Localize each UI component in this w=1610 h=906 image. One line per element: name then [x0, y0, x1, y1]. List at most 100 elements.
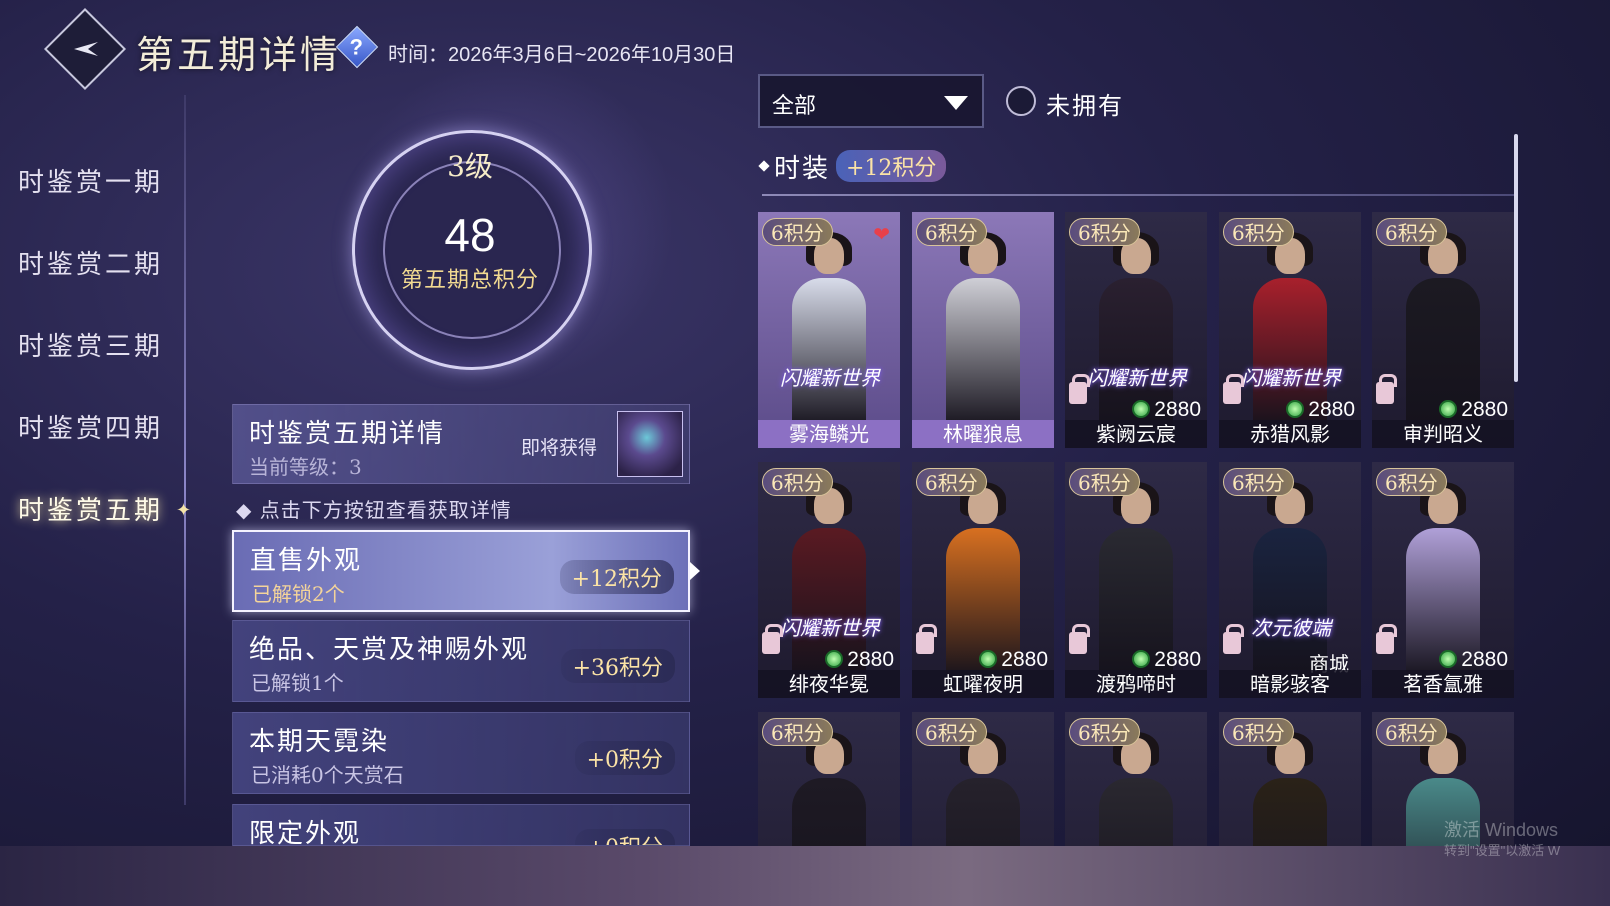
outfit-card[interactable]: 6积分	[758, 712, 900, 846]
outfit-card[interactable]: 6积分	[1219, 712, 1361, 846]
scrollbar[interactable]	[1514, 134, 1518, 382]
outfit-card[interactable]: 6积分 2880 审判昭义	[1372, 212, 1514, 448]
category-title: 直售外观	[250, 546, 363, 576]
sidebar-item-period-2[interactable]: 时鉴赏二期	[18, 244, 163, 281]
outfit-card[interactable]: 6积分 2880 渡鸦啼时	[1065, 462, 1207, 698]
category-premium[interactable]: 绝品、天赏及神赐外观 已解锁1个 +36积分	[232, 620, 690, 702]
category-title: 本期天霓染	[249, 727, 390, 757]
category-title: 绝品、天赏及神赐外观	[249, 635, 530, 665]
page-title: 第五期详情	[136, 33, 342, 77]
outfit-figure	[946, 482, 1020, 678]
category-dye[interactable]: 本期天霓染 已消耗0个天赏石 +0积分	[232, 712, 690, 794]
card-price-value: 2880	[1001, 648, 1048, 671]
collection-badge: 闪耀新世界	[1087, 366, 1187, 390]
sidebar-item-period-1[interactable]: 时鉴赏一期	[18, 162, 163, 199]
card-points: 6积分	[1376, 718, 1447, 746]
not-owned-label[interactable]: 未拥有	[1046, 86, 1124, 121]
hint-label: 点击下方按钮查看获取详情	[259, 498, 512, 522]
category-direct-sale[interactable]: 直售外观 已解锁2个 +12积分	[232, 530, 690, 612]
lock-icon	[1376, 624, 1397, 654]
outfit-card[interactable]: 6积分林曜狼息	[912, 212, 1054, 448]
outfit-card[interactable]: 6积分	[912, 712, 1054, 846]
total-score-label: 第五期总积分	[400, 268, 539, 293]
outfit-figure	[1099, 482, 1173, 678]
card-price: 2880	[825, 648, 894, 672]
jade-coin-icon	[1132, 650, 1151, 668]
card-points: 6积分	[916, 468, 987, 496]
category-points: +0积分	[574, 741, 675, 775]
period-detail-card[interactable]: 时鉴赏五期详情 当前等级：3 即将获得	[232, 404, 690, 484]
card-name: 雾海鳞光	[758, 420, 900, 448]
card-points: 6积分	[762, 468, 833, 496]
sidebar-item-period-4[interactable]: 时鉴赏四期	[18, 408, 163, 445]
card-name: 虹曜夜明	[912, 670, 1054, 698]
heart-icon: ❤	[873, 222, 890, 246]
card-price-value: 2880	[847, 648, 894, 671]
outfit-figure	[1253, 732, 1327, 846]
lock-icon	[1376, 374, 1397, 404]
outfit-figure	[1253, 232, 1327, 428]
category-subtitle: 已解锁1个	[251, 671, 344, 695]
back-button[interactable]	[43, 7, 127, 91]
outfit-body	[946, 778, 1020, 846]
upcoming-reward-thumbnail[interactable]	[617, 411, 683, 477]
category-limited[interactable]: 限定外观 +0积分	[232, 804, 690, 846]
outfit-card[interactable]: 6积分 次元彼端 商城 暗影骇客	[1219, 462, 1361, 698]
section-title: 时装	[774, 154, 831, 184]
current-level: 当前等级：3	[249, 455, 362, 479]
card-price: 2880	[1439, 648, 1508, 672]
outfit-card[interactable]: 6积分 闪耀新世界 2880 绯夜华冕	[758, 462, 900, 698]
not-owned-checkbox[interactable]	[1006, 86, 1036, 116]
outfit-card[interactable]: 6积分 2880 茗香氲雅	[1372, 462, 1514, 698]
outfit-figure	[1406, 232, 1480, 428]
outfit-card[interactable]: 6积分 ❤ 闪耀新世界 雾海鳞光	[758, 212, 900, 448]
card-points: 6积分	[1069, 218, 1140, 246]
sidebar-item-period-3[interactable]: 时鉴赏三期	[18, 326, 163, 363]
card-points: 6积分	[916, 218, 987, 246]
card-points: 6积分	[1069, 718, 1140, 746]
card-name: 渡鸦啼时	[1065, 670, 1207, 698]
card-points: 6积分	[1223, 468, 1294, 496]
outfit-card[interactable]: 6积分 闪耀新世界 2880 紫阙云宸	[1065, 212, 1207, 448]
card-name: 绯夜华冕	[758, 670, 900, 698]
outfit-figure	[1253, 482, 1327, 678]
card-name: 林曜狼息	[912, 420, 1054, 448]
jade-coin-icon	[1286, 400, 1305, 418]
card-price-value: 2880	[1308, 398, 1355, 421]
card-name: 茗香氲雅	[1372, 670, 1514, 698]
card-price-value: 2880	[1154, 648, 1201, 671]
outfit-figure	[946, 232, 1020, 428]
sidebar-item-period-5[interactable]: 时鉴赏五期	[18, 490, 163, 527]
active-marker-icon: ✦	[176, 500, 192, 521]
outfit-card[interactable]: 6积分 2880 虹曜夜明	[912, 462, 1054, 698]
total-score: 48	[444, 209, 496, 261]
lock-icon	[762, 624, 783, 654]
card-points: 6积分	[1376, 468, 1447, 496]
level-text: 3级	[447, 150, 493, 183]
outfit-figure	[792, 732, 866, 846]
card-name: 审判昭义	[1372, 420, 1514, 448]
upcoming-reward-label: 即将获得	[521, 437, 598, 459]
collection-badge: 闪耀新世界	[780, 366, 880, 390]
category-points: +36积分	[560, 649, 675, 683]
card-points: 6积分	[1223, 718, 1294, 746]
sidebar-divider	[184, 95, 186, 805]
section-divider	[762, 194, 1514, 196]
outfit-card[interactable]: 6积分 闪耀新世界 2880 赤猎风影	[1219, 212, 1361, 448]
background-floor	[0, 846, 1610, 906]
jade-coin-icon	[1439, 650, 1458, 668]
card-price: 2880	[1132, 398, 1201, 422]
lock-icon	[916, 624, 937, 654]
help-button[interactable]: ?	[335, 25, 379, 69]
outfit-card[interactable]: 6积分	[1065, 712, 1207, 846]
back-arrow-icon	[74, 42, 98, 56]
jade-coin-icon	[1439, 400, 1458, 418]
outfit-figure	[946, 732, 1020, 846]
filter-dropdown[interactable]: 全部	[758, 74, 984, 128]
outfit-body	[792, 778, 866, 846]
collection-badge: 闪耀新世界	[1241, 366, 1341, 390]
jade-coin-icon	[979, 650, 998, 668]
card-price: 2880	[1439, 398, 1508, 422]
outfit-grid: 6积分 ❤ 闪耀新世界 雾海鳞光 6积分 林曜狼息 6积分 闪耀新世界 2880 紫阙云宸 6积分闪…	[758, 212, 1514, 846]
card-price: 2880	[1286, 398, 1355, 422]
